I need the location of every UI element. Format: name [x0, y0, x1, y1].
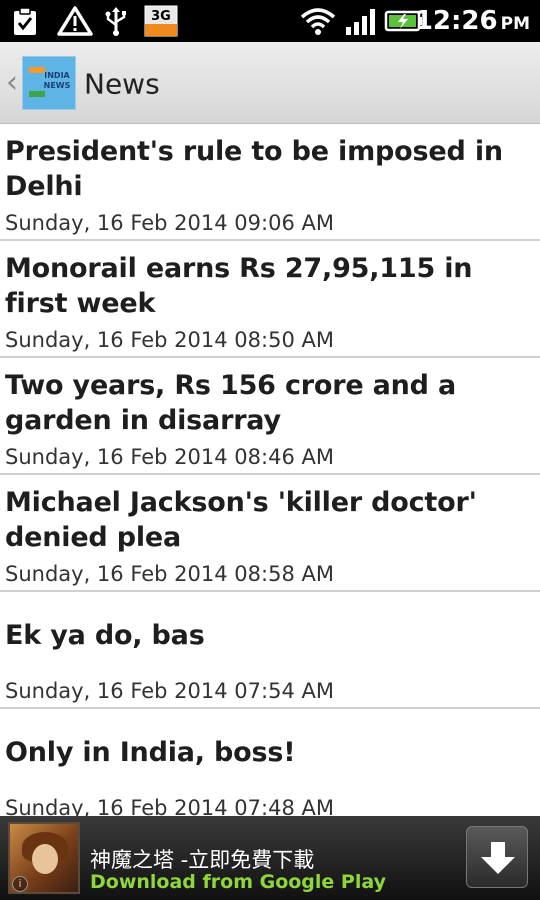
ad-download-button[interactable] [466, 826, 528, 888]
news-headline: Michael Jackson's 'killer doctor' denied… [5, 487, 477, 553]
info-icon[interactable]: i [12, 876, 28, 892]
news-headline: Monorail earns Rs 27,95,115 in first wee… [5, 253, 473, 319]
action-bar: ‹ INDIA NEWS News [0, 42, 540, 124]
clipboard-check-icon [10, 6, 40, 36]
ad-thumbnail-face [32, 844, 58, 874]
logo-stripe-green [29, 91, 45, 97]
svg-text:3G: 3G [151, 9, 171, 24]
ad-title: 神魔之塔 -立即免費下載 [90, 848, 315, 872]
3g-icon: 3G [144, 5, 178, 37]
news-date: Sunday, 16 Feb 2014 07:54 AM [5, 679, 334, 703]
logo-text: INDIA NEWS [43, 71, 71, 90]
news-date: Sunday, 16 Feb 2014 08:50 AM [5, 328, 334, 352]
news-date: Sunday, 16 Feb 2014 07:48 AM [5, 796, 334, 816]
news-date: Sunday, 16 Feb 2014 09:06 AM [5, 211, 334, 235]
ad-subtitle: Download from Google Play [90, 871, 386, 893]
status-bar: 3G 12:26 PM [0, 0, 540, 42]
chevron-left-icon[interactable]: ‹ [6, 66, 20, 100]
news-date: Sunday, 16 Feb 2014 08:46 AM [5, 445, 334, 469]
news-headline: Two years, Rs 156 crore and a garden in … [5, 370, 457, 436]
news-list-item[interactable]: President's rule to be imposed in Delhi … [0, 124, 540, 241]
news-list-item[interactable]: Only in India, boss! Sunday, 16 Feb 2014… [0, 709, 540, 816]
news-list-item[interactable]: Monorail earns Rs 27,95,115 in first wee… [0, 241, 540, 358]
download-arrow-icon [481, 842, 515, 874]
status-clock: 12:26 PM [415, 0, 530, 42]
ad-banner[interactable]: i 神魔之塔 -立即免費下載 Download from Google Play [0, 816, 540, 900]
news-date: Sunday, 16 Feb 2014 08:58 AM [5, 562, 334, 586]
usb-icon [102, 6, 130, 36]
signal-icon [344, 6, 378, 36]
clock-ampm: PM [500, 14, 530, 34]
app-logo[interactable]: INDIA NEWS [22, 56, 76, 110]
news-list-item[interactable]: Michael Jackson's 'killer doctor' denied… [0, 475, 540, 592]
wifi-icon [300, 6, 336, 36]
news-headline: President's rule to be imposed in Delhi [5, 136, 503, 202]
news-list-item[interactable]: Two years, Rs 156 crore and a garden in … [0, 358, 540, 475]
news-headline: Only in India, boss! [5, 737, 296, 768]
clock-time: 12:26 [414, 6, 498, 36]
news-list-item[interactable]: Ek ya do, bas Sunday, 16 Feb 2014 07:54 … [0, 592, 540, 709]
news-headline: Ek ya do, bas [5, 620, 205, 651]
page-title: News [84, 67, 160, 101]
news-list: President's rule to be imposed in Delhi … [0, 124, 540, 816]
warning-icon [56, 6, 94, 36]
